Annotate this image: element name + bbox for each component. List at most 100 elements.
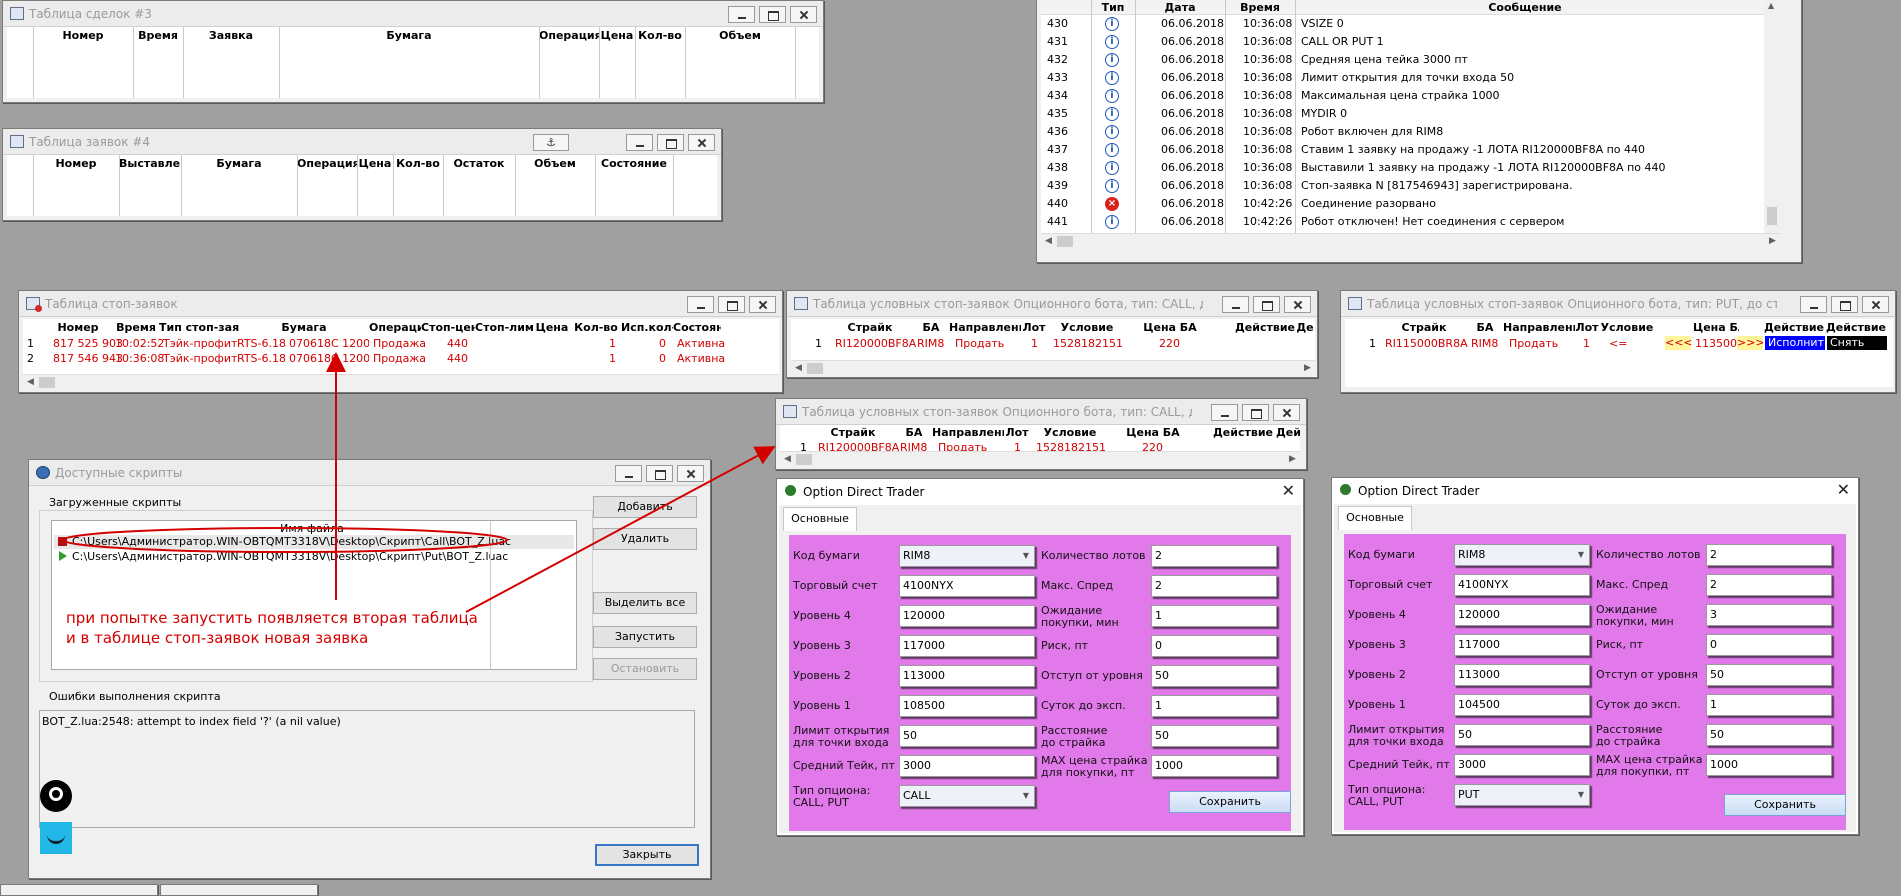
header-strike[interactable]: Страйк xyxy=(810,426,896,439)
ba-cell[interactable]: RIM8 xyxy=(917,337,944,350)
odt-put-titlebar[interactable]: Option Direct Trader ✕ xyxy=(1332,478,1858,504)
header-price[interactable]: Цена xyxy=(599,29,635,42)
stop-orders-titlebar[interactable]: Таблица стоп-заявок xyxy=(19,291,782,317)
input-field[interactable]: 104500 xyxy=(1454,694,1590,716)
header-type[interactable]: Тип xyxy=(1091,1,1135,14)
close-button[interactable] xyxy=(749,296,776,313)
minimize-button[interactable] xyxy=(1211,404,1238,421)
header-action[interactable]: Действие xyxy=(1210,426,1276,439)
stop-button[interactable]: Остановить xyxy=(593,658,697,680)
script-path-2[interactable]: C:\Users\Администратор.WIN-OBTQMT3318V\D… xyxy=(72,550,508,563)
header-direction[interactable]: Направление xyxy=(1503,321,1575,334)
header-price[interactable]: Цена xyxy=(533,321,571,334)
header-action-2[interactable]: Дей xyxy=(1276,426,1300,439)
maximize-button[interactable] xyxy=(1242,404,1269,421)
header-date[interactable]: Дата xyxy=(1135,1,1225,14)
close-button[interactable] xyxy=(677,465,704,482)
cond-call-2-hscroll[interactable]: ◀ ▶ xyxy=(780,451,1300,466)
input-field[interactable]: 50 xyxy=(899,725,1035,747)
execute-button[interactable]: Исполнить xyxy=(1765,336,1825,350)
header-ba[interactable]: БА xyxy=(913,321,949,334)
header-stop-price[interactable]: Стоп-цена xyxy=(421,321,475,334)
header-qty[interactable]: Кол-во xyxy=(571,321,621,334)
header-stop-limit[interactable]: Стоп-лими xyxy=(475,321,533,334)
header-number[interactable]: Номер xyxy=(43,321,113,334)
ba-price-cell[interactable]: 220 xyxy=(1159,337,1180,350)
header-ba[interactable]: БА xyxy=(1467,321,1503,334)
close-button[interactable] xyxy=(1862,296,1889,313)
input-field[interactable]: 3000 xyxy=(1454,754,1590,776)
header-state[interactable]: Состояние xyxy=(595,157,673,170)
input-field[interactable]: 2 xyxy=(1151,575,1277,597)
header-action-2[interactable]: Действие xyxy=(1825,321,1887,334)
input-field[interactable]: 2 xyxy=(1706,544,1832,566)
input-field[interactable]: 50 xyxy=(1151,725,1277,747)
header-stop-type[interactable]: Тип стоп-зая xyxy=(159,321,239,334)
input-field[interactable]: 50 xyxy=(1454,724,1590,746)
lot-cell[interactable]: 1 xyxy=(1031,337,1038,350)
input-field[interactable]: 50 xyxy=(1706,724,1832,746)
header-operation[interactable]: Операция xyxy=(369,321,421,334)
input-field[interactable]: 113000 xyxy=(1454,664,1590,686)
select-field[interactable]: CALL ▼ xyxy=(899,785,1035,807)
header-action[interactable]: Действие xyxy=(1763,321,1825,334)
minimize-button[interactable] xyxy=(1800,296,1827,313)
tab-main[interactable]: Основные xyxy=(783,507,857,531)
ba-cell[interactable]: RIM8 xyxy=(900,441,927,451)
run-button[interactable]: Запустить xyxy=(593,626,697,648)
input-field[interactable]: 108500 xyxy=(899,695,1035,717)
header-volume[interactable]: Объем xyxy=(515,157,595,170)
minimized-window-2[interactable] xyxy=(160,884,318,896)
input-field[interactable]: 1 xyxy=(1151,695,1277,717)
lot-cell[interactable]: 1 xyxy=(1583,337,1590,350)
header-strike[interactable]: Страйк xyxy=(827,321,913,334)
input-field[interactable]: 4100NYX xyxy=(899,575,1035,597)
header-price[interactable]: Цена xyxy=(357,157,393,170)
direction-cell[interactable]: Продать xyxy=(1509,337,1558,350)
input-field[interactable]: 3000 xyxy=(899,755,1035,777)
strike-cell[interactable]: RI120000BF8A xyxy=(818,441,899,451)
price-up-button[interactable]: >>> xyxy=(1737,336,1763,350)
header-number[interactable]: Номер xyxy=(33,29,133,42)
smile-tool-icon[interactable] xyxy=(40,822,72,854)
input-field[interactable]: 2 xyxy=(1151,545,1277,567)
close-scripts-button[interactable]: Закрыть xyxy=(595,844,699,866)
cond-put-titlebar[interactable]: Таблица условных стоп-заявок Опционного … xyxy=(1341,291,1895,317)
input-field[interactable]: 4100NYX xyxy=(1454,574,1590,596)
remove-button[interactable]: Снять xyxy=(1827,336,1887,350)
input-field[interactable]: 50 xyxy=(1706,664,1832,686)
header-direction[interactable]: Направление xyxy=(932,426,1004,439)
close-button[interactable] xyxy=(790,6,817,23)
close-button[interactable] xyxy=(1273,404,1300,421)
condition-cell[interactable]: 1528182151 xyxy=(1053,337,1123,350)
direction-cell[interactable]: Продать xyxy=(955,337,1004,350)
header-operation[interactable]: Операция xyxy=(297,157,357,170)
input-field[interactable]: 117000 xyxy=(899,635,1035,657)
header-security[interactable]: Бумага xyxy=(181,157,297,170)
close-icon[interactable]: ✕ xyxy=(1837,480,1850,499)
input-field[interactable]: 1000 xyxy=(1151,755,1277,777)
header-ba-price[interactable]: Цена БА xyxy=(1693,321,1739,334)
input-field[interactable]: 120000 xyxy=(899,605,1035,627)
remove-button[interactable]: Удалить xyxy=(593,528,697,550)
add-button[interactable]: Добавить xyxy=(593,496,697,518)
orders-titlebar[interactable]: Таблица заявок #4 ⚓ xyxy=(3,129,721,155)
header-lot[interactable]: Лот xyxy=(1004,426,1030,439)
header-qty[interactable]: Кол-во xyxy=(635,29,685,42)
header-volume[interactable]: Объем xyxy=(685,29,795,42)
header-exec-qty[interactable]: Исп.кол- xyxy=(621,321,673,334)
script-path-1[interactable]: C:\Users\Администратор.WIN-OBTQMT3318V\D… xyxy=(72,535,511,548)
messages-vscroll[interactable]: ▲ xyxy=(1764,0,1780,233)
maximize-button[interactable] xyxy=(1253,296,1280,313)
save-button[interactable]: Сохранить xyxy=(1724,794,1846,816)
input-field[interactable]: 1 xyxy=(1151,605,1277,627)
input-field[interactable]: 2 xyxy=(1706,574,1832,596)
header-qty[interactable]: Кол-во xyxy=(393,157,443,170)
maximize-button[interactable] xyxy=(646,465,673,482)
header-action-2[interactable]: Де xyxy=(1295,321,1315,334)
maximize-button[interactable] xyxy=(1831,296,1858,313)
tab-main[interactable]: Основные xyxy=(1338,506,1412,530)
input-field[interactable]: 0 xyxy=(1706,634,1832,656)
ba-cell[interactable]: RIM8 xyxy=(1471,337,1498,350)
stop-orders-hscroll[interactable]: ◀ xyxy=(23,374,779,389)
